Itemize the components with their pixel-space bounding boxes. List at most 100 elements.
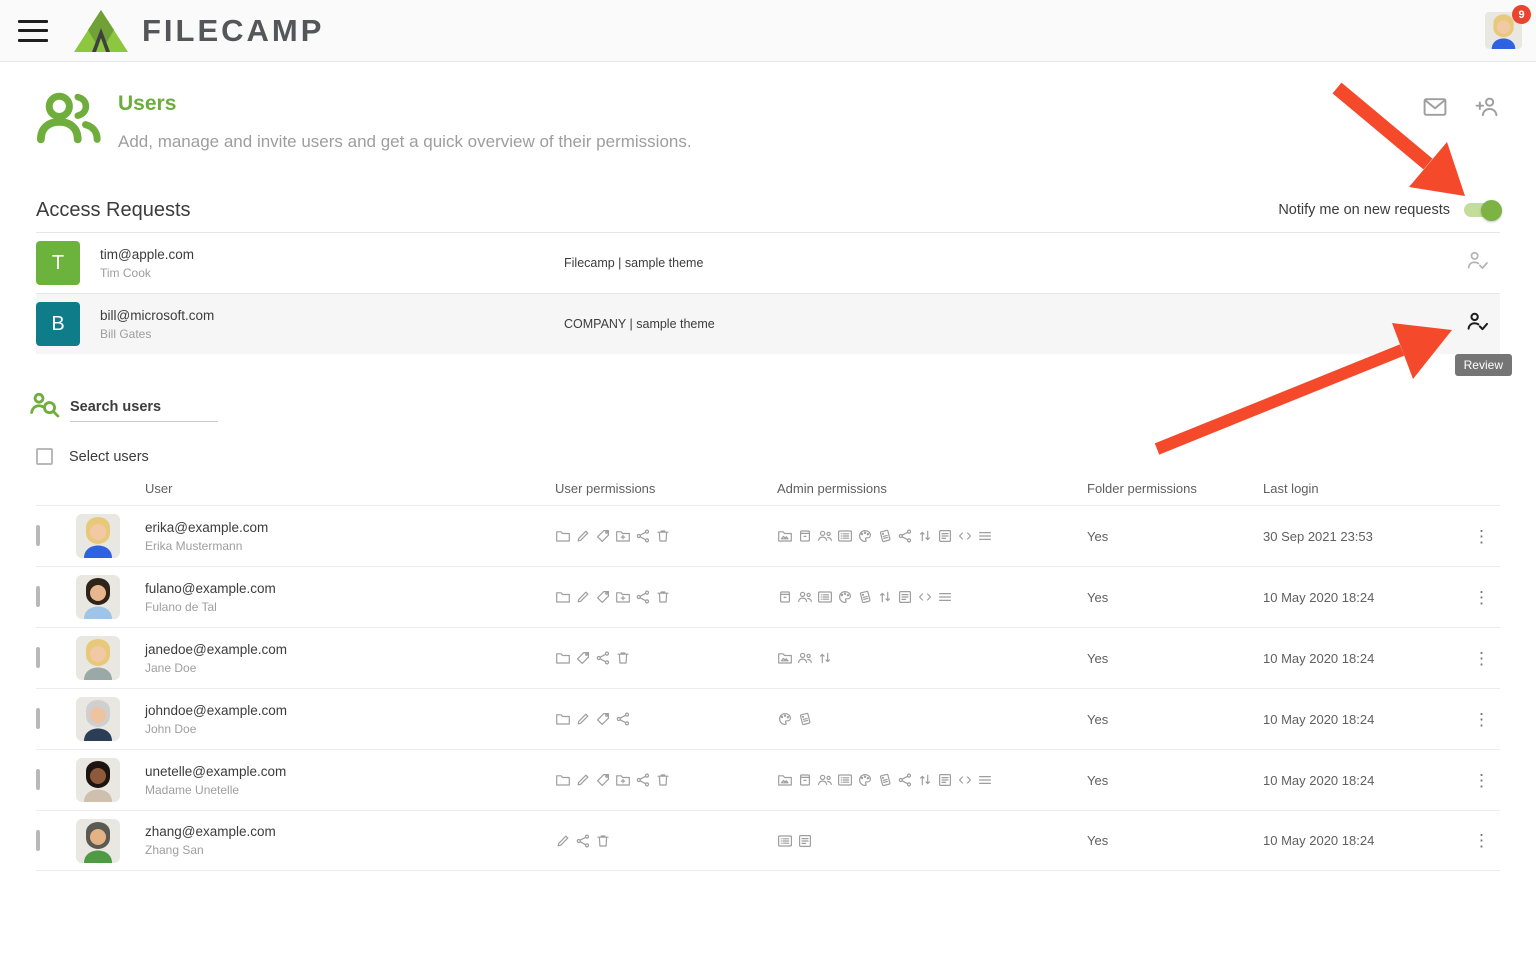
tag-icon	[595, 589, 611, 605]
access-request-row[interactable]: T tim@apple.com Tim Cook Filecamp | samp…	[36, 232, 1500, 293]
article-icon	[897, 589, 913, 605]
review-tooltip: Review	[1455, 354, 1512, 376]
user-permission-icons	[555, 528, 777, 544]
folder-plus-icon	[615, 589, 631, 605]
edit-icon	[575, 772, 591, 788]
folder-icon	[555, 772, 571, 788]
last-login-value: 30 Sep 2021 23:53	[1263, 529, 1463, 544]
user-permission-icons	[555, 772, 777, 788]
page-title: Users	[118, 92, 692, 116]
request-email: tim@apple.com	[100, 247, 564, 262]
admin-permission-icons	[777, 833, 1087, 849]
request-theme: Filecamp | sample theme	[564, 256, 1466, 270]
users-page-icon	[36, 86, 102, 150]
table-row: janedoe@example.com Jane Doe Yes 10 May …	[36, 627, 1500, 688]
admin-permission-icons	[777, 650, 1087, 666]
users-icon	[817, 772, 833, 788]
notification-badge: 9	[1512, 5, 1531, 24]
user-permission-icons	[555, 589, 777, 605]
user-name: Jane Doe	[145, 661, 555, 675]
row-checkbox[interactable]	[36, 586, 40, 607]
row-checkbox[interactable]	[36, 830, 40, 851]
folder-permissions-value: Yes	[1087, 833, 1263, 848]
menu-icon[interactable]	[18, 20, 48, 42]
brand-logo[interactable]: FILECAMP	[72, 8, 324, 54]
admin-permission-icons	[777, 772, 1087, 788]
media-folder-icon	[777, 528, 793, 544]
palette-icon	[837, 589, 853, 605]
palette-icon	[857, 528, 873, 544]
request-theme: COMPANY | sample theme	[564, 317, 1466, 331]
row-checkbox[interactable]	[36, 525, 40, 546]
user-permission-icons	[555, 833, 777, 849]
notify-toggle-label: Notify me on new requests	[1278, 202, 1450, 218]
share-icon	[635, 772, 651, 788]
delete-icon	[615, 650, 631, 666]
search-users-icon	[30, 390, 60, 420]
last-login-value: 10 May 2020 18:24	[1263, 833, 1463, 848]
user-name: Madame Unetelle	[145, 783, 555, 797]
style-icon	[877, 528, 893, 544]
brand-name: FILECAMP	[142, 13, 324, 49]
folder-icon	[555, 589, 571, 605]
access-requests-title: Access Requests	[36, 199, 191, 222]
access-request-row[interactable]: B bill@microsoft.com Bill Gates COMPANY …	[36, 293, 1500, 354]
menu-icon	[937, 589, 953, 605]
message-users-icon[interactable]	[1422, 94, 1448, 120]
row-checkbox[interactable]	[36, 769, 40, 790]
user-email: janedoe@example.com	[145, 642, 555, 657]
request-name: Tim Cook	[100, 266, 564, 280]
share-icon	[635, 528, 651, 544]
users-icon	[797, 650, 813, 666]
last-login-value: 10 May 2020 18:24	[1263, 712, 1463, 727]
user-email: unetelle@example.com	[145, 764, 555, 779]
user-name: Erika Mustermann	[145, 539, 555, 553]
article-icon	[937, 528, 953, 544]
edit-icon	[575, 711, 591, 727]
share-icon	[615, 711, 631, 727]
row-menu-icon[interactable]: ⋮	[1467, 768, 1496, 793]
user-avatar	[76, 819, 120, 863]
row-checkbox[interactable]	[36, 708, 40, 729]
user-email: fulano@example.com	[145, 581, 555, 596]
user-avatar	[76, 758, 120, 802]
row-menu-icon[interactable]: ⋮	[1467, 585, 1496, 610]
folder-icon	[555, 528, 571, 544]
row-menu-icon[interactable]: ⋮	[1467, 828, 1496, 853]
table-row: fulano@example.com Fulano de Tal Yes 10 …	[36, 566, 1500, 627]
review-request-icon[interactable]	[1466, 249, 1496, 277]
request-name: Bill Gates	[100, 327, 564, 341]
col-admin-permissions: Admin permissions	[777, 481, 1087, 496]
review-request-icon[interactable]	[1466, 310, 1496, 338]
list-card-icon	[837, 528, 853, 544]
import-export-icon	[917, 528, 933, 544]
delete-icon	[655, 528, 671, 544]
request-email: bill@microsoft.com	[100, 308, 564, 323]
table-row: erika@example.com Erika Mustermann Yes 3…	[36, 505, 1500, 566]
select-all-checkbox[interactable]	[36, 448, 53, 465]
edit-icon	[575, 528, 591, 544]
user-avatar	[76, 575, 120, 619]
add-user-icon[interactable]	[1474, 94, 1500, 120]
style-icon	[877, 772, 893, 788]
folder-plus-icon	[615, 772, 631, 788]
admin-permission-icons	[777, 589, 1087, 605]
notify-toggle[interactable]	[1464, 200, 1500, 220]
user-email: johndoe@example.com	[145, 703, 555, 718]
col-user-permissions: User permissions	[555, 481, 777, 496]
delete-icon	[595, 833, 611, 849]
row-checkbox[interactable]	[36, 647, 40, 668]
folder-permissions-value: Yes	[1087, 590, 1263, 605]
user-avatar	[76, 636, 120, 680]
row-menu-icon[interactable]: ⋮	[1467, 524, 1496, 549]
import-export-icon	[877, 589, 893, 605]
row-menu-icon[interactable]: ⋮	[1467, 646, 1496, 671]
col-last-login: Last login	[1263, 481, 1463, 496]
col-folder-permissions: Folder permissions	[1087, 481, 1263, 496]
row-menu-icon[interactable]: ⋮	[1467, 707, 1496, 732]
user-email: zhang@example.com	[145, 824, 555, 839]
code-icon	[917, 589, 933, 605]
search-input[interactable]	[70, 395, 218, 422]
list-card-icon	[837, 772, 853, 788]
tag-icon	[575, 650, 591, 666]
